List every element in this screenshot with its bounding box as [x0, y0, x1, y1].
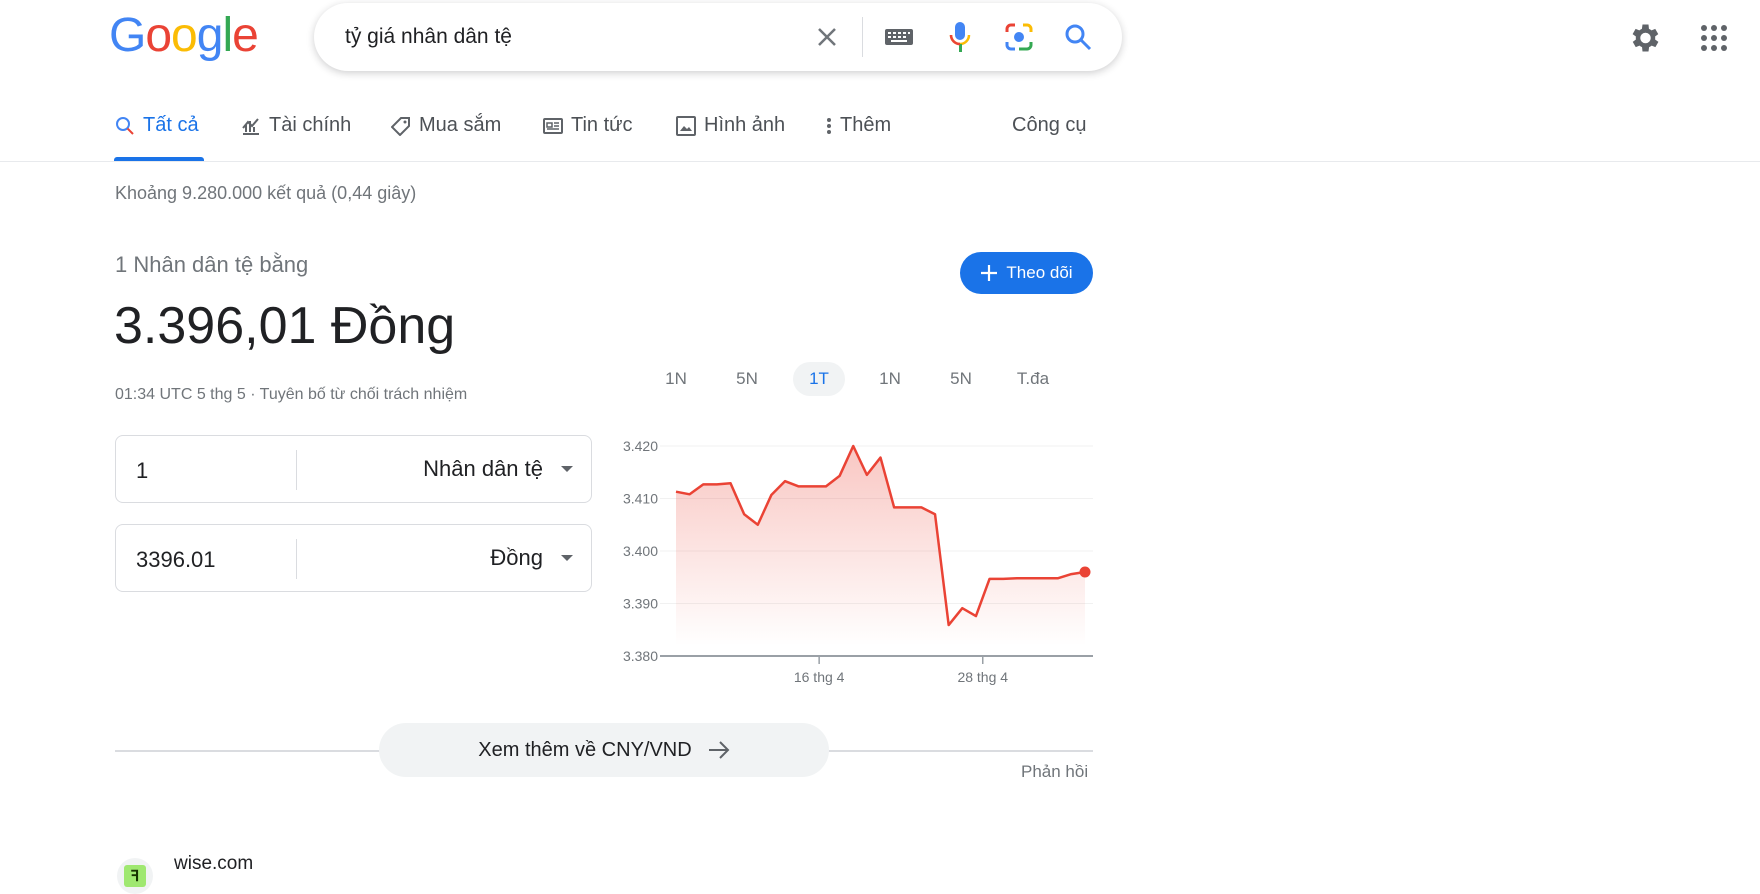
keyboard-icon[interactable] [879, 17, 919, 57]
dropdown-caret-icon[interactable] [561, 555, 573, 561]
google-logo[interactable]: Google [109, 8, 259, 63]
search-input[interactable]: tỷ giá nhân dân tệ [345, 25, 512, 49]
from-currency-select[interactable]: Nhân dân tệ [423, 456, 543, 482]
field-divider [296, 539, 297, 579]
x-tick-label: 16 thg 4 [794, 669, 845, 685]
conversion-amount: 3.396,01 Đồng [114, 297, 456, 355]
tab-label: Hình ảnh [704, 114, 786, 136]
range-1y[interactable]: 1N [864, 362, 916, 396]
wise-logo-icon: ꟻ [124, 865, 146, 887]
clear-icon[interactable] [807, 17, 847, 57]
range-5y[interactable]: 5N [935, 362, 987, 396]
see-more-button[interactable]: Xem thêm về CNY/VND [379, 723, 829, 777]
see-more-label: Xem thêm về CNY/VND [478, 738, 692, 761]
header-divider [0, 161, 1760, 162]
current-rate-point [1079, 566, 1091, 578]
microphone-icon[interactable] [940, 17, 980, 57]
image-icon [676, 115, 696, 136]
dropdown-caret-icon[interactable] [561, 466, 573, 472]
y-tick-label: 3.390 [623, 596, 658, 612]
from-amount-input[interactable]: 1 [136, 458, 148, 484]
feedback-link[interactable]: Phản hồi [1021, 762, 1088, 782]
tab-more[interactable]: Thêm [826, 114, 891, 137]
plus-icon [981, 265, 998, 281]
conversion-label: 1 Nhân dân tệ bằng [115, 252, 309, 277]
tab-label: Tất cả [143, 114, 199, 136]
to-amount-input[interactable]: 3396.01 [136, 547, 216, 573]
range-max[interactable]: T.đa [1007, 362, 1059, 396]
follow-button[interactable]: Theo dõi [960, 252, 1093, 294]
search-icon [116, 116, 134, 135]
settings-gear-icon[interactable] [1626, 20, 1662, 61]
more-vert-icon [827, 117, 831, 134]
tab-label: Thêm [840, 114, 892, 136]
tag-icon [391, 116, 410, 136]
tools-button[interactable]: Công cụ [1012, 114, 1087, 137]
y-tick-label: 3.400 [623, 543, 658, 559]
tab-finance[interactable]: Tài chính [241, 114, 351, 137]
to-currency-field[interactable]: 3396.01 Đồng [115, 524, 592, 592]
y-tick-label: 3.420 [623, 438, 658, 454]
exchange-rate-chart[interactable]: 3.420 3.410 3.400 3.390 3.380 16 thg 4 28 thg … [600, 420, 1100, 700]
tab-news[interactable]: Tin tức [543, 114, 633, 137]
news-icon [543, 117, 563, 134]
site-favicon: ꟻ [117, 858, 153, 894]
y-tick-label: 3.410 [623, 491, 658, 507]
x-tick-label: 28 thg 4 [957, 669, 1008, 685]
field-divider [296, 450, 297, 490]
range-5d[interactable]: 5N [721, 362, 773, 396]
result-site-name[interactable]: wise.com [174, 853, 253, 875]
search-box[interactable]: tỷ giá nhân dân tệ [314, 3, 1122, 71]
tab-all[interactable]: Tất cả [115, 114, 199, 137]
search-icon[interactable] [1058, 17, 1098, 57]
chart-area [676, 446, 1085, 646]
tab-shopping[interactable]: Mua sắm [391, 114, 501, 137]
tab-label: Mua sắm [419, 114, 502, 136]
y-tick-label: 3.380 [623, 648, 658, 664]
from-currency-field[interactable]: 1 Nhân dân tệ [115, 435, 592, 503]
arrow-right-icon [708, 741, 730, 759]
google-lens-icon[interactable] [999, 17, 1039, 57]
result-stats: Khoảng 9.280.000 kết quả (0,44 giây) [115, 183, 417, 203]
range-1m[interactable]: 1T [793, 362, 845, 396]
tab-label: Tin tức [571, 114, 633, 136]
tab-label: Tài chính [269, 114, 352, 136]
timestamp-disclaimer[interactable]: 01:34 UTC 5 thg 5 · Tuyên bố từ chối trá… [115, 386, 467, 404]
apps-grid-icon[interactable] [1700, 24, 1728, 57]
tab-images[interactable]: Hình ảnh [676, 114, 785, 137]
finance-icon [242, 117, 259, 135]
follow-label: Theo dõi [1006, 263, 1073, 282]
range-1d[interactable]: 1N [650, 362, 702, 396]
divider [862, 17, 863, 57]
to-currency-select[interactable]: Đồng [490, 545, 543, 571]
